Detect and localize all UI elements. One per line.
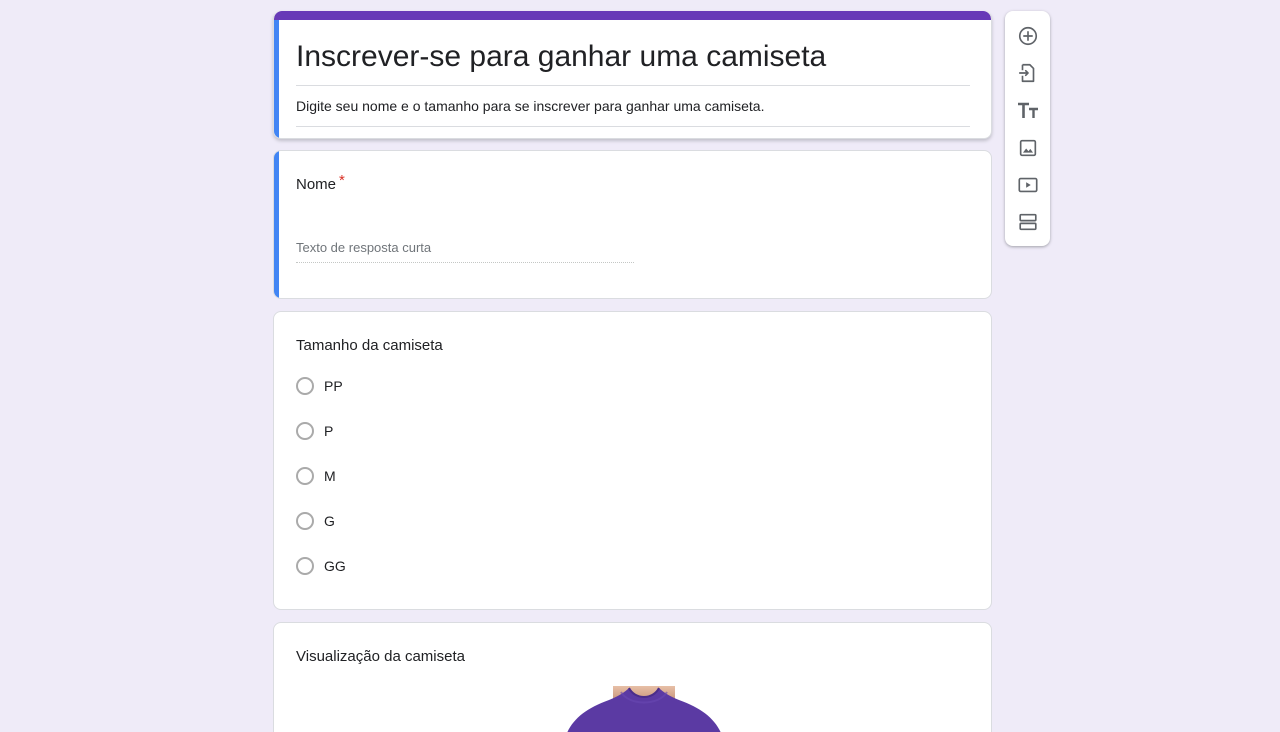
purple-tshirt-image[interactable]: [563, 686, 725, 732]
form-editor-page: Inscrever-se para ganhar uma camiseta Di…: [0, 0, 1280, 732]
option-label: PP: [324, 378, 343, 394]
option-label: M: [324, 468, 336, 484]
import-questions-icon: [1018, 63, 1034, 82]
radio-option[interactable]: P: [296, 421, 333, 441]
required-asterisk: *: [339, 172, 345, 189]
radio-button[interactable]: [296, 377, 314, 395]
radio-button[interactable]: [296, 422, 314, 440]
add-video-icon: [1017, 177, 1038, 192]
radio-button[interactable]: [296, 557, 314, 575]
selected-accent: [274, 20, 279, 138]
add-question-button[interactable]: [1013, 21, 1042, 50]
add-section-icon: [1018, 213, 1037, 230]
image-item-card[interactable]: Visualização da camiseta: [273, 622, 992, 732]
form-description[interactable]: Digite seu nome e o tamanho para se insc…: [296, 97, 970, 127]
short-answer-field[interactable]: Texto de resposta curta: [296, 239, 634, 263]
radio-option[interactable]: M: [296, 466, 336, 486]
add-section-button[interactable]: [1013, 207, 1042, 236]
add-question-icon: [1018, 26, 1037, 45]
add-image-icon: [1019, 139, 1036, 156]
selected-accent: [274, 151, 279, 298]
add-image-button[interactable]: [1013, 133, 1042, 162]
question-title[interactable]: Tamanho da camiseta: [296, 336, 443, 356]
option-label: P: [324, 423, 334, 439]
radio-option[interactable]: GG: [296, 556, 346, 576]
option-label: G: [324, 513, 335, 529]
theme-color-bar: [274, 11, 991, 20]
image-item-title[interactable]: Visualização da camiseta: [296, 647, 465, 667]
import-questions-button[interactable]: [1013, 58, 1042, 87]
option-label: GG: [324, 558, 346, 574]
form-title[interactable]: Inscrever-se para ganhar uma camiseta: [296, 39, 970, 86]
radio-option[interactable]: PP: [296, 376, 343, 396]
question-title-text: Nome: [296, 176, 337, 193]
question-card-name[interactable]: Nome * Texto de resposta curta: [273, 150, 992, 299]
add-title-icon: [1017, 102, 1038, 118]
radio-option[interactable]: G: [296, 511, 335, 531]
add-video-button[interactable]: [1013, 170, 1042, 199]
add-title-button[interactable]: [1013, 96, 1042, 125]
radio-button[interactable]: [296, 467, 314, 485]
question-card-size[interactable]: Tamanho da camiseta PP P M G GG: [273, 311, 992, 610]
radio-button[interactable]: [296, 512, 314, 530]
floating-toolbar: [1005, 11, 1050, 246]
form-header-card[interactable]: Inscrever-se para ganhar uma camiseta Di…: [273, 11, 992, 139]
question-title[interactable]: Nome *: [296, 172, 345, 195]
